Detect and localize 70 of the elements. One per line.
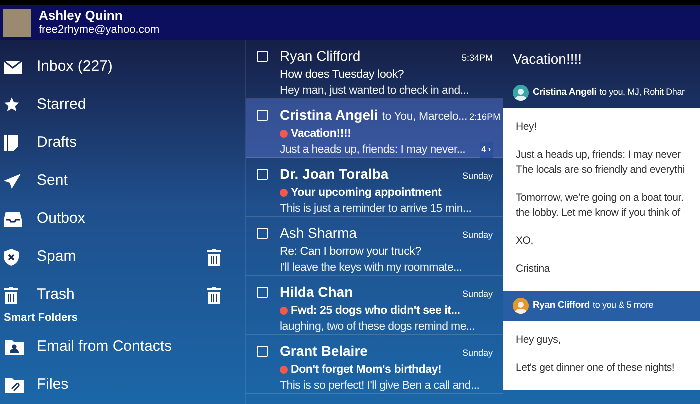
subject: Fwd: 25 dogs who didn't see it... [291,304,460,319]
paragraph: Just a heads up, friends: I may never The locals are so friendly and everythi [516,148,686,178]
trash-icon[interactable] [207,248,221,266]
account-email: free2rhyme@yahoo.com [39,24,160,38]
account-name: Ashley Quinn [39,8,124,24]
folder-item[interactable]: Files [37,374,69,396]
timestamp: Sunday [462,170,493,183]
thread-count: 4 › [480,142,493,158]
message-row[interactable]: Cristina Angeli to You, Marcelo... 2:16PM Vacation!!!! Just a heads up, friends: I may never... 4 › [246,99,503,158]
folder-item[interactable]: Spam [37,246,207,268]
snippet: This is so perfect! I'll give Ben a call and... [280,379,480,394]
timestamp: 5:34PM [462,52,493,65]
document-icon [4,135,18,152]
subject: Vacation!!!! [291,127,352,142]
folder-item[interactable]: Email from Contacts [37,336,172,359]
sender-name: Ryan Clifford [280,48,361,64]
photo-placeholder [3,8,31,36]
folder-item[interactable]: Sent [37,170,221,192]
paperclip-folder-icon [5,378,24,393]
timestamp: Sunday [462,288,493,301]
checkbox[interactable] [257,346,268,357]
folder-item[interactable]: Trash [37,284,207,306]
sender-name: Ryan Clifford [533,298,590,313]
subject: Your upcoming appointment [291,186,442,201]
folder-item[interactable]: Drafts [37,132,221,154]
snippet: Just a heads up, friends: I may never... [280,143,466,158]
snippet: I'll leave the keys with my roommate... [280,261,462,276]
timestamp: Sunday [462,347,493,360]
section-heading: Smart Folders [3,311,79,326]
snippet: This is just a reminder to arrive 15 min... [280,202,472,217]
sender-name: Hilda Chan [280,284,354,300]
timestamp: 2:16PM [470,111,501,124]
paper-plane-icon [4,174,21,189]
paragraph: Let's get dinner one of these nights! [516,361,676,376]
checkbox[interactable] [257,287,268,298]
paragraph: Tomorrow, we’re going on a boat tour. the lobby. Let me know if you think of [516,191,685,221]
trash-icon [4,286,18,304]
checkbox[interactable] [257,51,268,62]
envelope-icon [4,60,22,74]
star-icon [4,97,20,114]
subject: Don't forget Mom's birthday! [291,363,442,378]
checkbox[interactable] [257,110,268,121]
snippet: laughing, two of these dogs remind me... [280,320,476,335]
timestamp: Sunday [462,229,493,242]
recipients: to you & 5 more [593,299,654,312]
folder-item[interactable]: Starred [37,94,221,116]
tray-icon [4,212,22,227]
shield-icon [4,248,19,266]
paragraph: Hey guys, [516,333,562,348]
contact-folder-icon [5,340,24,355]
sender-name: Ash Sharma [280,225,358,241]
paragraph: XO, [516,234,534,249]
subject: How does Tuesday look? [280,68,404,83]
sender-name: Cristina Angeli [280,107,378,123]
sender-name: Dr. Joan Toralba [280,166,389,182]
paragraph: Cristina [516,262,552,277]
conversation-title: Vacation!!!! [512,50,584,68]
message-row[interactable]: Ryan Clifford 5:34PM How does Tuesday look? Hey man, just wanted to check in and... [246,40,503,99]
recipients: to you, MJ, Rohit Dhar [600,86,685,100]
snippet: Hey man, just wanted to check in and... [280,84,470,99]
sender-name: Grant Belaire [280,343,368,359]
subject: Re: Can I borrow your truck? [280,245,422,260]
sender-name: Cristina Angeli [533,86,597,100]
trash-icon[interactable] [207,286,221,304]
checkbox[interactable] [257,228,268,239]
recipients: to You, Marcelo... [382,110,468,125]
folder-item[interactable]: Inbox (227) [37,56,221,78]
checkbox[interactable] [257,169,268,180]
folder-item[interactable]: Outbox [37,208,221,230]
paragraph: Hey! [516,120,538,135]
